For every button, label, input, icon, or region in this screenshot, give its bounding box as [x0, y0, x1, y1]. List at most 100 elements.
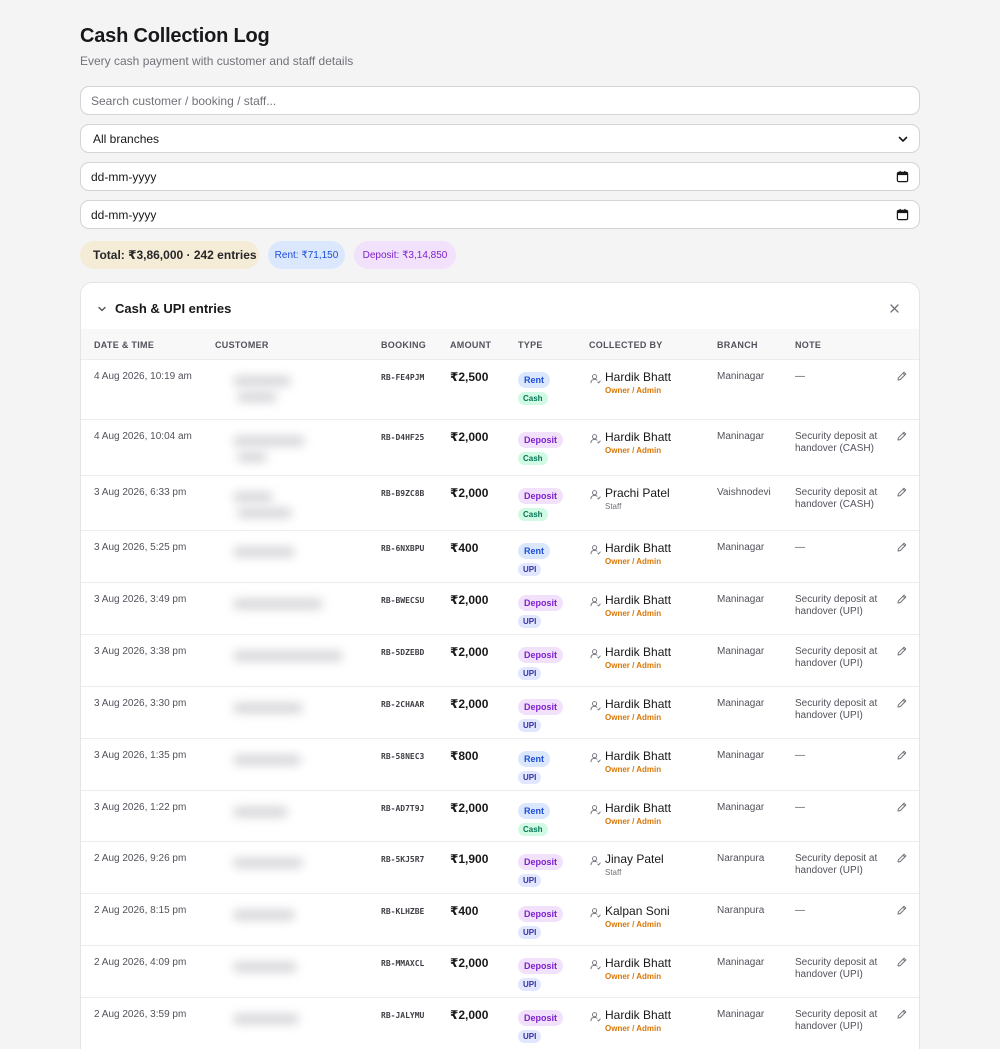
method-badge: UPI	[518, 1030, 542, 1043]
branch-name: Maninagar	[717, 698, 765, 709]
column-header-collected-by[interactable]: COLLECTED BY	[589, 340, 663, 350]
customer-cell-redacted	[215, 998, 365, 1049]
entry-amount: ₹2,000	[450, 801, 489, 815]
pencil-icon[interactable]	[896, 370, 908, 382]
entry-date: 4 Aug 2026, 10:19 am	[94, 371, 192, 382]
calendar-icon[interactable]	[896, 208, 909, 221]
booking-id[interactable]: RB-JALYMU	[381, 1010, 433, 1022]
pencil-icon[interactable]	[896, 486, 908, 498]
pencil-icon[interactable]	[896, 956, 908, 968]
search-input[interactable]: Search customer / booking / staff...	[80, 86, 920, 115]
deposit-summary-badge: Deposit: ₹3,14,850	[354, 241, 456, 269]
table-row[interactable]: 3 Aug 2026, 1:35 pm RB-58NEC3 ₹800 Rent UPI H…	[81, 738, 919, 790]
booking-id[interactable]: RB-FE4PJM	[381, 372, 433, 384]
pencil-icon[interactable]	[896, 430, 908, 442]
table-row[interactable]: 3 Aug 2026, 3:30 pm RB-2CHAAR ₹2,000 Deposi…	[81, 686, 919, 738]
table-row[interactable]: 3 Aug 2026, 1:22 pm RB-AD7T9J ₹2,000 Rent Ca…	[81, 790, 919, 841]
branch-name: Maninagar	[717, 431, 765, 442]
table-row[interactable]: 4 Aug 2026, 10:19 am RB-FE4PJM ₹2,500 Rent C…	[81, 359, 919, 419]
date-to-input[interactable]: dd-mm-yyyy	[80, 200, 920, 229]
branch-name: Naranpura	[717, 905, 765, 916]
booking-id[interactable]: RB-BWECSU	[381, 595, 433, 607]
table-row[interactable]: 2 Aug 2026, 3:59 pm RB-JALYMU ₹2,000 Deposi…	[81, 997, 919, 1049]
entry-date: 2 Aug 2026, 3:59 pm	[94, 1009, 187, 1020]
table-row[interactable]: 3 Aug 2026, 3:38 pm RB-5DZEBD ₹2,000 Deposi…	[81, 634, 919, 686]
column-header-note[interactable]: NOTE	[795, 340, 821, 350]
collector-role: Owner / Admin	[605, 765, 662, 774]
column-header-branch[interactable]: BRANCH	[717, 340, 758, 350]
booking-id[interactable]: RB-AD7T9J	[381, 803, 433, 815]
date-from-input[interactable]: dd-mm-yyyy	[80, 162, 920, 191]
user-icon	[590, 374, 601, 384]
table-row[interactable]: 3 Aug 2026, 3:49 pm RB-BWECSU ₹2,000 Deposi…	[81, 582, 919, 634]
entry-note: Security deposit at handover (UPI)	[795, 646, 878, 669]
collector-role: Owner / Admin	[605, 557, 662, 566]
entry-date: 2 Aug 2026, 8:15 pm	[94, 905, 187, 916]
redacted-text	[233, 962, 297, 972]
pencil-icon[interactable]	[896, 801, 908, 813]
customer-cell-redacted	[215, 420, 365, 475]
booking-id[interactable]: RB-D4HF25	[381, 432, 433, 444]
type-badge: Deposit	[518, 854, 564, 870]
pencil-icon[interactable]	[896, 645, 908, 657]
booking-id[interactable]: RB-MMAXCL	[381, 958, 433, 970]
table-row[interactable]: 2 Aug 2026, 8:15 pm RB-KLHZBE ₹400 Deposit U…	[81, 893, 919, 945]
collector-name: Hardik Bhatt	[605, 956, 672, 970]
method-badge: UPI	[518, 771, 542, 784]
table-row[interactable]: 2 Aug 2026, 4:09 pm RB-MMAXCL ₹2,000 Deposi…	[81, 945, 919, 997]
branch-select[interactable]: All branches	[80, 124, 920, 153]
pencil-icon[interactable]	[896, 749, 908, 761]
collector-role: Owner / Admin	[605, 920, 662, 929]
booking-id[interactable]: RB-2CHAAR	[381, 699, 433, 711]
entry-note: Security deposit at handover (UPI)	[795, 957, 878, 980]
redacted-text	[233, 547, 295, 557]
type-cell: Deposit UPI	[518, 593, 564, 629]
table-row[interactable]: 2 Aug 2026, 9:26 pm RB-5KJ5R7 ₹1,900 Deposi…	[81, 841, 919, 893]
booking-id[interactable]: RB-KLHZBE	[381, 906, 433, 918]
booking-id[interactable]: RB-5KJ5R7	[381, 854, 433, 866]
user-icon	[590, 753, 601, 763]
redacted-text	[237, 508, 292, 518]
customer-cell-redacted	[215, 842, 365, 893]
pencil-icon[interactable]	[896, 904, 908, 916]
entry-date: 3 Aug 2026, 3:30 pm	[94, 698, 187, 709]
column-header-booking[interactable]: BOOKING	[381, 340, 426, 350]
method-badge: UPI	[518, 926, 542, 939]
collector-name: Hardik Bhatt	[605, 801, 672, 815]
type-badge: Deposit	[518, 595, 564, 611]
calendar-icon[interactable]	[896, 170, 909, 183]
redacted-text	[237, 392, 277, 402]
customer-cell-redacted	[215, 635, 365, 686]
collector-role: Owner / Admin	[605, 446, 662, 455]
collector-role: Owner / Admin	[605, 1024, 662, 1033]
search-placeholder: Search customer / booking / staff...	[91, 93, 277, 108]
pencil-icon[interactable]	[896, 593, 908, 605]
type-badge: Deposit	[518, 1010, 564, 1026]
table-row[interactable]: 3 Aug 2026, 6:33 pm RB-B9ZC8B ₹2,000 Deposi…	[81, 475, 919, 530]
method-badge: Cash	[518, 508, 548, 521]
pencil-icon[interactable]	[896, 1008, 908, 1020]
booking-id[interactable]: RB-6NXBPU	[381, 543, 433, 555]
booking-id[interactable]: RB-5DZEBD	[381, 647, 433, 659]
type-badge: Deposit	[518, 958, 564, 974]
booking-id[interactable]: RB-B9ZC8B	[381, 488, 433, 500]
table-row[interactable]: 4 Aug 2026, 10:04 am RB-D4HF25 ₹2,000 Depos…	[81, 419, 919, 475]
close-icon[interactable]	[889, 303, 900, 314]
collector-name: Hardik Bhatt	[605, 645, 672, 659]
pencil-icon[interactable]	[896, 697, 908, 709]
column-header-amount[interactable]: AMOUNT	[450, 340, 491, 350]
column-header-type[interactable]: TYPE	[518, 340, 543, 350]
booking-id[interactable]: RB-58NEC3	[381, 751, 433, 763]
pencil-icon[interactable]	[896, 541, 908, 553]
table-row[interactable]: 3 Aug 2026, 5:25 pm RB-6NXBPU ₹400 Rent UPI H…	[81, 530, 919, 582]
entry-note: —	[795, 750, 805, 761]
column-header-date[interactable]: DATE & TIME	[94, 340, 154, 350]
chevron-down-icon[interactable]	[97, 304, 107, 314]
column-header-customer[interactable]: CUSTOMER	[215, 340, 269, 350]
redacted-text	[233, 807, 288, 817]
entry-date: 3 Aug 2026, 1:35 pm	[94, 750, 187, 761]
redacted-text	[233, 703, 303, 713]
entry-note: —	[795, 905, 805, 916]
pencil-icon[interactable]	[896, 852, 908, 864]
type-cell: Deposit UPI	[518, 904, 564, 940]
